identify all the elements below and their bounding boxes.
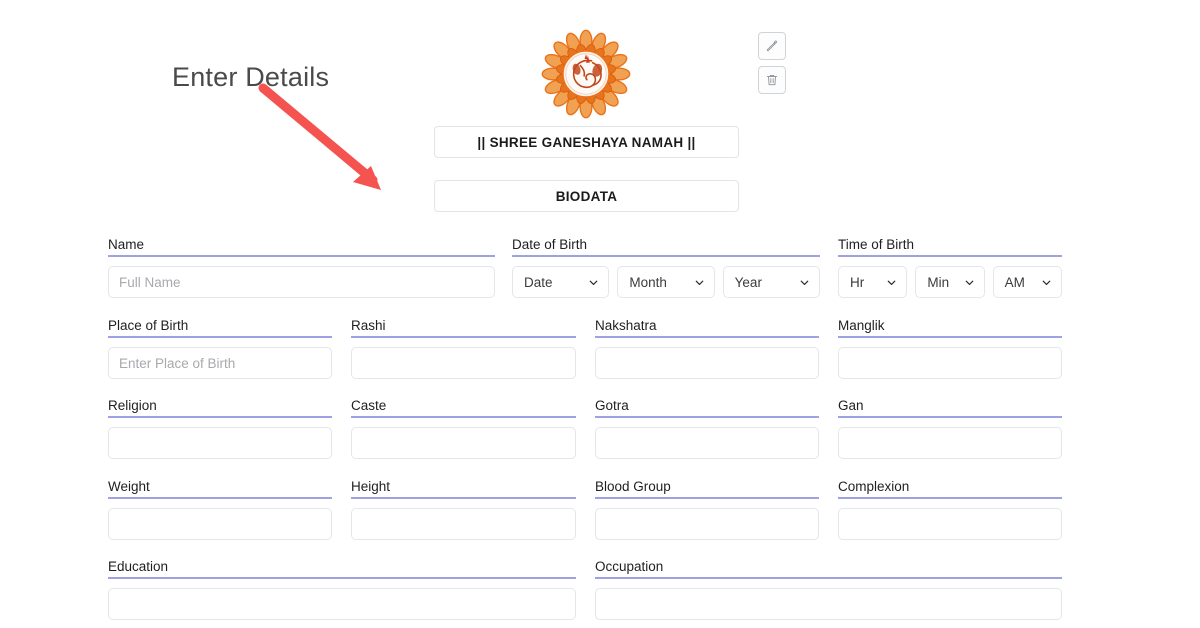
- input-manglik[interactable]: [838, 347, 1062, 379]
- select-group-time-of-birth: Hr Min AM: [838, 266, 1062, 298]
- field-gan: Gan: [838, 397, 1062, 459]
- select-date[interactable]: Date: [512, 266, 610, 298]
- label-place-of-birth: Place of Birth: [108, 317, 332, 338]
- ganesha-lotus-logo-icon: [539, 27, 633, 121]
- field-height: Height: [351, 478, 576, 540]
- label-occupation: Occupation: [595, 558, 1062, 579]
- label-education: Education: [108, 558, 576, 579]
- select-value-meridiem: AM: [1004, 274, 1025, 290]
- field-caste: Caste: [351, 397, 576, 459]
- annotation-label: Enter Details: [172, 62, 330, 92]
- select-value-date: Date: [524, 274, 553, 290]
- trash-icon: [766, 75, 778, 86]
- input-gan[interactable]: [838, 427, 1062, 459]
- input-gotra[interactable]: [595, 427, 819, 459]
- input-blood-group[interactable]: [595, 508, 819, 540]
- field-time-of-birth: Time of Birth Hr Min AM: [838, 236, 1062, 298]
- label-blood-group: Blood Group: [595, 478, 819, 499]
- label-height: Height: [351, 478, 576, 499]
- label-complexion: Complexion: [838, 478, 1062, 499]
- chevron-down-icon: [695, 280, 704, 285]
- label-religion: Religion: [108, 397, 332, 418]
- select-group-date-of-birth: Date Month Year: [512, 266, 820, 298]
- select-month[interactable]: Month: [617, 266, 715, 298]
- field-rashi: Rashi: [351, 317, 576, 379]
- biodata-form-page: Enter Details || SHREE GANESHAYA NAMAH |…: [0, 0, 1200, 628]
- input-name[interactable]: [108, 266, 495, 298]
- chevron-down-icon: [965, 280, 974, 285]
- select-year[interactable]: Year: [722, 266, 820, 298]
- annotation-arrow-icon: [258, 83, 381, 190]
- label-time-of-birth: Time of Birth: [838, 236, 1062, 257]
- select-value-minute: Min: [927, 274, 950, 290]
- field-nakshatra: Nakshatra: [595, 317, 819, 379]
- pencil-icon: [766, 40, 778, 52]
- input-rashi[interactable]: [351, 347, 576, 379]
- label-nakshatra: Nakshatra: [595, 317, 819, 338]
- chevron-down-icon: [800, 280, 809, 285]
- label-manglik: Manglik: [838, 317, 1062, 338]
- edit-button[interactable]: [758, 32, 786, 60]
- input-place-of-birth[interactable]: [108, 347, 332, 379]
- select-value-month: Month: [629, 274, 667, 290]
- field-blood-group: Blood Group: [595, 478, 819, 540]
- field-name: Name: [108, 236, 495, 298]
- input-caste[interactable]: [351, 427, 576, 459]
- field-education: Education: [108, 558, 576, 620]
- biodata-text: BIODATA: [555, 188, 618, 204]
- biodata-header-box[interactable]: BIODATA: [434, 180, 739, 212]
- field-gotra: Gotra: [595, 397, 819, 459]
- select-minute[interactable]: Min: [915, 266, 985, 298]
- input-weight[interactable]: [108, 508, 332, 540]
- field-occupation: Occupation: [595, 558, 1062, 620]
- select-hour[interactable]: Hr: [838, 266, 908, 298]
- delete-button[interactable]: [758, 66, 786, 94]
- field-weight: Weight: [108, 478, 332, 540]
- chevron-down-icon: [589, 280, 598, 285]
- field-complexion: Complexion: [838, 478, 1062, 540]
- field-date-of-birth: Date of Birth Date Month Year: [512, 236, 820, 298]
- label-rashi: Rashi: [351, 317, 576, 338]
- select-value-year: Year: [734, 274, 762, 290]
- input-nakshatra[interactable]: [595, 347, 819, 379]
- label-weight: Weight: [108, 478, 332, 499]
- label-gotra: Gotra: [595, 397, 819, 418]
- input-education[interactable]: [108, 588, 576, 620]
- mantra-header-box[interactable]: || SHREE GANESHAYA NAMAH ||: [434, 126, 739, 158]
- chevron-down-icon: [1042, 280, 1051, 285]
- chevron-down-icon: [887, 280, 896, 285]
- select-value-hour: Hr: [850, 274, 865, 290]
- label-caste: Caste: [351, 397, 576, 418]
- input-occupation[interactable]: [595, 588, 1062, 620]
- mantra-text: || SHREE GANESHAYA NAMAH ||: [477, 134, 696, 150]
- label-gan: Gan: [838, 397, 1062, 418]
- label-name: Name: [108, 236, 495, 257]
- input-height[interactable]: [351, 508, 576, 540]
- select-meridiem[interactable]: AM: [992, 266, 1062, 298]
- label-date-of-birth: Date of Birth: [512, 236, 820, 257]
- field-religion: Religion: [108, 397, 332, 459]
- input-complexion[interactable]: [838, 508, 1062, 540]
- field-manglik: Manglik: [838, 317, 1062, 379]
- field-place-of-birth: Place of Birth: [108, 317, 332, 379]
- input-religion[interactable]: [108, 427, 332, 459]
